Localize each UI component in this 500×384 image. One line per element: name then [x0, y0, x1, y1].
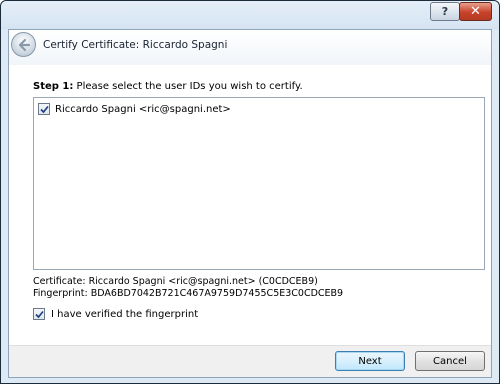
step-instruction: Please select the user IDs you wish to c…	[73, 81, 303, 92]
checkmark-icon	[39, 105, 49, 113]
user-id-checkbox[interactable]	[38, 103, 50, 115]
verify-fingerprint-row[interactable]: I have verified the fingerprint	[33, 308, 198, 320]
next-button[interactable]: Next	[335, 351, 405, 371]
wizard-page: Step 1: Please select the user IDs you w…	[9, 65, 491, 345]
title-bar	[1, 1, 499, 29]
back-button[interactable]	[11, 32, 36, 57]
checkmark-icon	[34, 310, 44, 318]
step-number: Step 1:	[33, 81, 74, 92]
fingerprint-info: Fingerprint: BDA6BD7042B721C467A9759D745…	[33, 288, 344, 299]
step-heading: Step 1: Please select the user IDs you w…	[33, 81, 303, 92]
back-arrow-icon	[18, 38, 30, 51]
cancel-button[interactable]: Cancel	[415, 351, 485, 371]
certificate-info: Certificate: Riccardo Spagni <ric@spagni…	[33, 276, 318, 287]
close-button[interactable]: ✕	[459, 2, 492, 21]
wizard-content: Certify Certificate: Riccardo Spagni Ste…	[8, 29, 492, 378]
verify-fingerprint-checkbox[interactable]	[33, 308, 45, 320]
list-item[interactable]: Riccardo Spagni <ric@spagni.net>	[38, 103, 231, 115]
dialog-window: ? ✕ Certify Certificate: Riccardo Spagni…	[0, 0, 500, 384]
button-bar: Next Cancel	[9, 345, 491, 377]
user-id-label: Riccardo Spagni <ric@spagni.net>	[55, 103, 231, 115]
help-button[interactable]: ?	[430, 2, 460, 21]
dialog-title: Certify Certificate: Riccardo Spagni	[43, 39, 228, 51]
user-id-list[interactable]: Riccardo Spagni <ric@spagni.net>	[33, 97, 485, 270]
wizard-header: Certify Certificate: Riccardo Spagni	[9, 30, 491, 65]
verify-fingerprint-label: I have verified the fingerprint	[51, 308, 199, 320]
